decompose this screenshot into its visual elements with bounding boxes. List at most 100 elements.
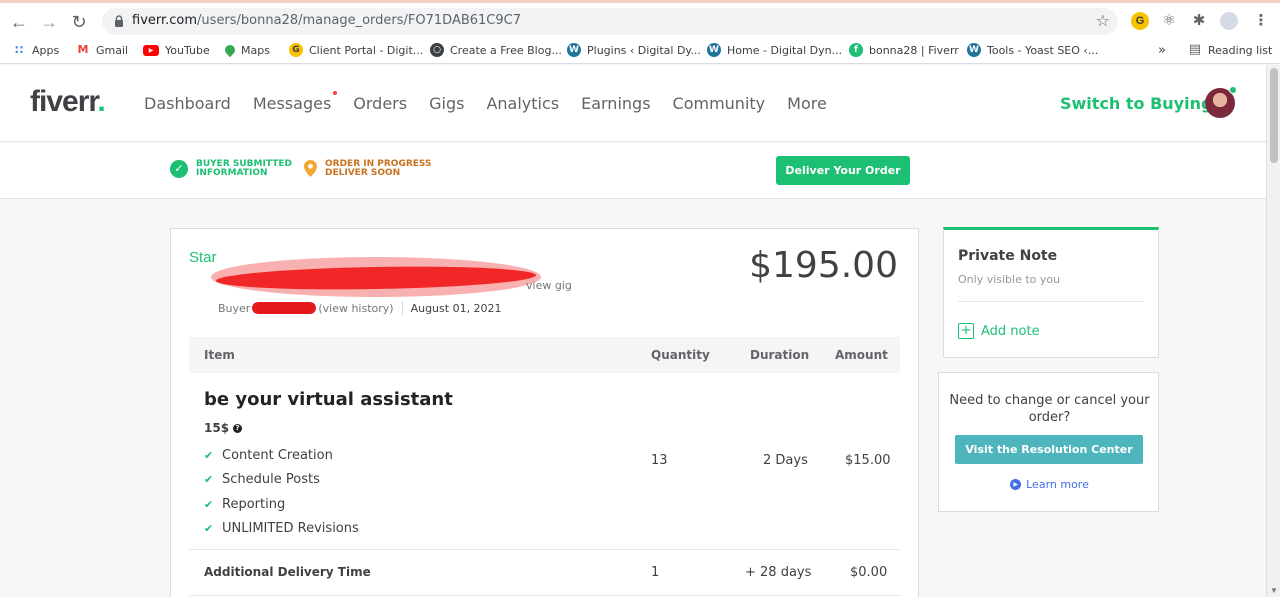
forward-arrow-icon[interactable]: → xyxy=(38,11,60,33)
feature-label: Content Creation xyxy=(222,447,333,463)
bookmark-label: Gmail xyxy=(96,43,129,57)
nav-analytics[interactable]: Analytics xyxy=(486,94,559,113)
nav-orders[interactable]: Orders xyxy=(353,94,407,113)
check-icon: ✔ xyxy=(204,522,214,536)
user-avatar[interactable] xyxy=(1205,86,1237,118)
g-circle-icon: G xyxy=(289,43,303,57)
column-quantity: Quantity xyxy=(651,348,710,362)
buyer-label: Buyer xyxy=(218,301,251,315)
deliver-order-button[interactable]: Deliver Your Order xyxy=(776,156,910,185)
add-note-button[interactable]: + Add note xyxy=(958,323,1040,339)
view-history-link[interactable]: (view history) xyxy=(318,302,393,315)
apps-grid-icon: ∷ xyxy=(14,43,24,57)
page-scrollbar[interactable]: ▼ xyxy=(1266,65,1280,597)
nav-gigs[interactable]: Gigs xyxy=(429,94,464,113)
reading-list-icon: ▤ xyxy=(1188,42,1202,57)
divider xyxy=(958,301,1144,302)
list-item: ✔ Schedule Posts xyxy=(204,468,359,493)
bookmark-fiverr[interactable]: f bonna28 | Fiverr xyxy=(849,42,959,58)
kebab-menu-icon[interactable]: ⋮ xyxy=(1252,12,1270,30)
column-item: Item xyxy=(204,348,235,362)
bookmark-label: Plugins ‹ Digital Dy... xyxy=(587,43,701,57)
nav-earnings[interactable]: Earnings xyxy=(581,94,650,113)
question-mark-icon[interactable]: ? xyxy=(233,423,243,433)
fiverr-logo[interactable]: fiverr. xyxy=(30,85,106,119)
item-duration: 2 Days xyxy=(763,453,808,468)
puzzle-extensions-icon[interactable]: ✱ xyxy=(1190,12,1208,30)
g-extension-icon[interactable]: G xyxy=(1131,12,1149,30)
globe-extension-icon[interactable]: ⚛ xyxy=(1160,12,1178,30)
reload-icon[interactable]: ↻ xyxy=(68,11,90,33)
scrollbar-thumb[interactable] xyxy=(1270,68,1278,163)
check-icon: ✔ xyxy=(204,448,214,462)
switch-to-buying-link[interactable]: Switch to Buying xyxy=(1060,94,1212,113)
bookmark-label: Maps xyxy=(241,43,270,57)
bookmark-home[interactable]: W Home - Digital Dyn... xyxy=(707,42,842,58)
bookmark-label: YouTube xyxy=(165,43,210,57)
table-row: be your virtual assistant 15$? ✔ Content … xyxy=(189,373,900,550)
nav-messages[interactable]: Messages xyxy=(253,91,338,113)
lock-icon xyxy=(115,15,123,27)
nav-more[interactable]: More xyxy=(787,94,827,113)
play-icon: ▶ xyxy=(1010,479,1022,490)
url-host: fiverr.com xyxy=(132,13,198,28)
logo-dot: . xyxy=(97,85,105,118)
reading-list-label: Reading list xyxy=(1208,43,1273,57)
list-item: ✔ Reporting xyxy=(204,492,359,517)
item-amount: $15.00 xyxy=(845,453,891,468)
url-path: /users/bonna28/manage_orders/FO71DAB61C9… xyxy=(197,13,521,28)
bookmark-yoast[interactable]: W Tools - Yoast SEO ‹... xyxy=(967,42,1098,58)
bookmarks-overflow-button[interactable]: » xyxy=(1158,42,1166,58)
main-nav: Dashboard Messages Orders Gigs Analytics… xyxy=(144,91,849,113)
bookmark-youtube[interactable]: ▶ YouTube xyxy=(143,42,210,58)
learn-more-link[interactable]: ▶ Learn more xyxy=(939,478,1160,491)
wordpress-icon: W xyxy=(707,43,721,57)
location-pin-icon xyxy=(303,160,317,178)
online-status-icon xyxy=(1229,86,1237,94)
bookmarks-bar: ∷ Apps M Gmail ▶ YouTube Maps G Client Porta… xyxy=(0,36,1280,64)
maps-icon xyxy=(222,42,238,58)
bookmark-gmail[interactable]: M Gmail xyxy=(76,42,129,58)
bookmark-maps[interactable]: Maps xyxy=(222,42,270,58)
check-icon: ✔ xyxy=(204,497,214,511)
bookmark-label: Client Portal - Digit... xyxy=(309,43,424,57)
bookmark-star-icon[interactable]: ☆ xyxy=(1096,11,1110,31)
extra-amount: $0.00 xyxy=(850,565,888,580)
bookmark-client-portal[interactable]: G Client Portal - Digit... xyxy=(289,42,423,58)
browser-toolbar: ← → ↻ fiverr.com/users/bonna28/manage_or… xyxy=(0,0,1280,36)
back-arrow-icon[interactable]: ← xyxy=(8,11,30,33)
add-note-label: Add note xyxy=(981,323,1040,339)
resolution-card: Need to change or cancel your order? Vis… xyxy=(938,372,1159,512)
gig-title-prefix[interactable]: Star xyxy=(189,249,217,266)
table-row: Additional Delivery Time 1 + 28 days $0.… xyxy=(189,550,900,596)
nav-community[interactable]: Community xyxy=(673,94,766,113)
redaction-mark xyxy=(252,302,317,314)
bookmark-apps[interactable]: ∷ Apps xyxy=(12,42,59,58)
list-item: ✔ UNLIMITED Revisions xyxy=(204,517,359,542)
resolution-center-button[interactable]: Visit the Resolution Center xyxy=(955,435,1143,464)
site-header: fiverr. Dashboard Messages Orders Gigs A… xyxy=(0,65,1266,142)
nav-dashboard[interactable]: Dashboard xyxy=(144,94,231,113)
youtube-icon: ▶ xyxy=(143,44,159,56)
view-gig-link[interactable]: view gig xyxy=(526,279,572,292)
bookmark-create-blog[interactable]: ○ Create a Free Blog... xyxy=(430,42,562,58)
bookmark-plugins[interactable]: W Plugins ‹ Digital Dy... xyxy=(567,42,701,58)
reading-list-button[interactable]: ▤ Reading list xyxy=(1188,42,1272,58)
item-title: be your virtual assistant xyxy=(204,389,453,410)
fiverr-icon: f xyxy=(849,43,863,57)
package-name: 15$ xyxy=(204,421,230,435)
address-bar[interactable]: fiverr.com/users/bonna28/manage_orders/F… xyxy=(102,8,1118,35)
divider xyxy=(401,301,403,315)
buyer-info-row: Buyer (view history) August 01, 2021 xyxy=(218,301,502,315)
feature-label: Reporting xyxy=(222,496,286,512)
logo-text: fiverr xyxy=(30,85,98,118)
list-item: ✔ Content Creation xyxy=(204,443,359,468)
feature-list: ✔ Content Creation ✔ Schedule Posts ✔ Repor… xyxy=(204,443,359,541)
extra-duration: + 28 days xyxy=(745,565,812,580)
order-status-bar: ✓ BUYER SUBMITTED INFORMATION ORDER IN P… xyxy=(0,143,1266,199)
package-label: 15$? xyxy=(204,421,243,435)
profile-avatar-icon[interactable] xyxy=(1220,12,1238,30)
extra-label: Additional Delivery Time xyxy=(204,565,371,579)
scroll-down-arrow-icon[interactable]: ▼ xyxy=(1270,586,1278,595)
bookmark-label: Create a Free Blog... xyxy=(450,43,562,57)
